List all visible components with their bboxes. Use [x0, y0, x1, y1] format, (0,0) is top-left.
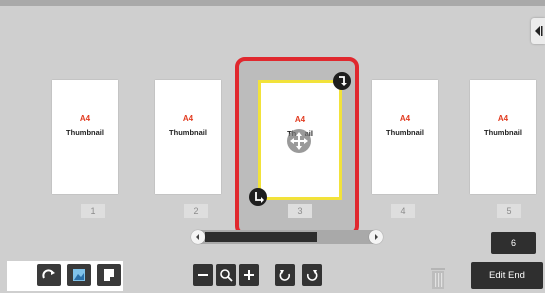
paper-size-label: A4 — [182, 114, 194, 123]
paper-size-label: A4 — [497, 114, 509, 123]
zoom-out-icon — [198, 274, 208, 276]
thumbnail-edit-screen: A4 Thumbnail 1 A4 Thumbnail 2 A4 Th ail … — [0, 0, 545, 293]
image-icon — [73, 269, 85, 281]
zoom-in-button[interactable] — [239, 264, 259, 286]
zoom-icon — [220, 269, 233, 282]
rotate-counterclockwise-handle[interactable] — [249, 188, 267, 206]
page-number-1: 1 — [81, 204, 105, 218]
page-count-display: 6 — [491, 232, 536, 254]
page-number-2: 2 — [184, 204, 208, 218]
move-handle[interactable] — [287, 129, 311, 153]
top-bar — [0, 0, 545, 6]
rotate-clockwise-handle[interactable] — [333, 72, 351, 90]
side-panel-toggle[interactable] — [531, 18, 545, 44]
paper-size-label: A4 — [79, 114, 91, 123]
page-thumbnail-5[interactable]: A4 Thumbnail — [470, 80, 536, 194]
page-number-3: 3 — [288, 204, 312, 218]
thumbnail-label: Thumbnail — [386, 128, 424, 137]
rotate-icon — [42, 269, 55, 279]
zoom-button[interactable] — [216, 264, 236, 286]
scroll-right-button[interactable] — [369, 230, 383, 244]
thumbnail-label: Thumbnail — [66, 128, 104, 137]
thumbnail-label: Thumbnail — [169, 128, 207, 137]
paper-size-label: A4 — [294, 115, 306, 124]
rotate-clockwise-icon — [339, 76, 347, 86]
scroll-left-button[interactable] — [191, 230, 205, 244]
rotate-right-icon — [306, 270, 318, 281]
collapse-arrow-icon — [535, 26, 543, 36]
page-icon — [104, 269, 114, 281]
page-number-5: 5 — [497, 204, 521, 218]
thumbnail-label: Thumbnail — [484, 128, 522, 137]
page-button[interactable] — [97, 264, 121, 286]
rotate-counterclockwise-icon — [255, 192, 264, 203]
zoom-out-button[interactable] — [193, 264, 213, 286]
rotate-left-icon — [279, 270, 291, 281]
chevron-right-icon — [375, 234, 378, 240]
rotate-button[interactable] — [37, 264, 61, 286]
page-thumbnail-4[interactable]: A4 Thumbnail — [372, 80, 438, 194]
trash-icon — [431, 268, 445, 289]
edit-end-button[interactable]: Edit End — [471, 262, 543, 289]
move-icon — [290, 132, 308, 150]
zoom-in-icon — [244, 270, 254, 280]
page-number-4: 4 — [391, 204, 415, 218]
chevron-left-icon — [196, 234, 199, 240]
rotate-right-button[interactable] — [302, 264, 322, 286]
page-thumbnail-2[interactable]: A4 Thumbnail — [155, 80, 221, 194]
page-thumbnail-1[interactable]: A4 Thumbnail — [52, 80, 118, 194]
rotate-left-button[interactable] — [275, 264, 295, 286]
image-button[interactable] — [67, 264, 91, 286]
delete-button[interactable] — [427, 265, 449, 291]
paper-size-label: A4 — [399, 114, 411, 123]
scrollbar-thumb[interactable] — [205, 232, 317, 242]
